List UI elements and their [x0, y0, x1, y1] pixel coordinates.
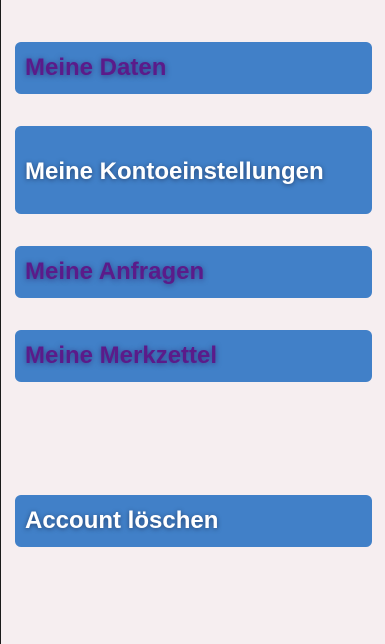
my-data-label: Meine Daten: [25, 54, 167, 81]
my-requests-button[interactable]: Meine Anfragen: [15, 246, 372, 298]
my-watchlist-button[interactable]: Meine Merkzettel: [15, 330, 372, 382]
account-settings-label: Meine Kontoeinstellungen: [25, 157, 324, 185]
delete-account-label: Account löschen: [25, 507, 219, 534]
delete-account-button[interactable]: Account löschen: [15, 495, 372, 547]
account-settings-button[interactable]: Meine Kontoeinstellungen: [15, 126, 372, 214]
account-sidebar: Meine Daten Meine Kontoeinstellungen Mei…: [0, 0, 385, 644]
my-requests-label: Meine Anfragen: [25, 258, 205, 285]
my-data-button[interactable]: Meine Daten: [15, 42, 372, 94]
my-watchlist-label: Meine Merkzettel: [25, 342, 218, 369]
